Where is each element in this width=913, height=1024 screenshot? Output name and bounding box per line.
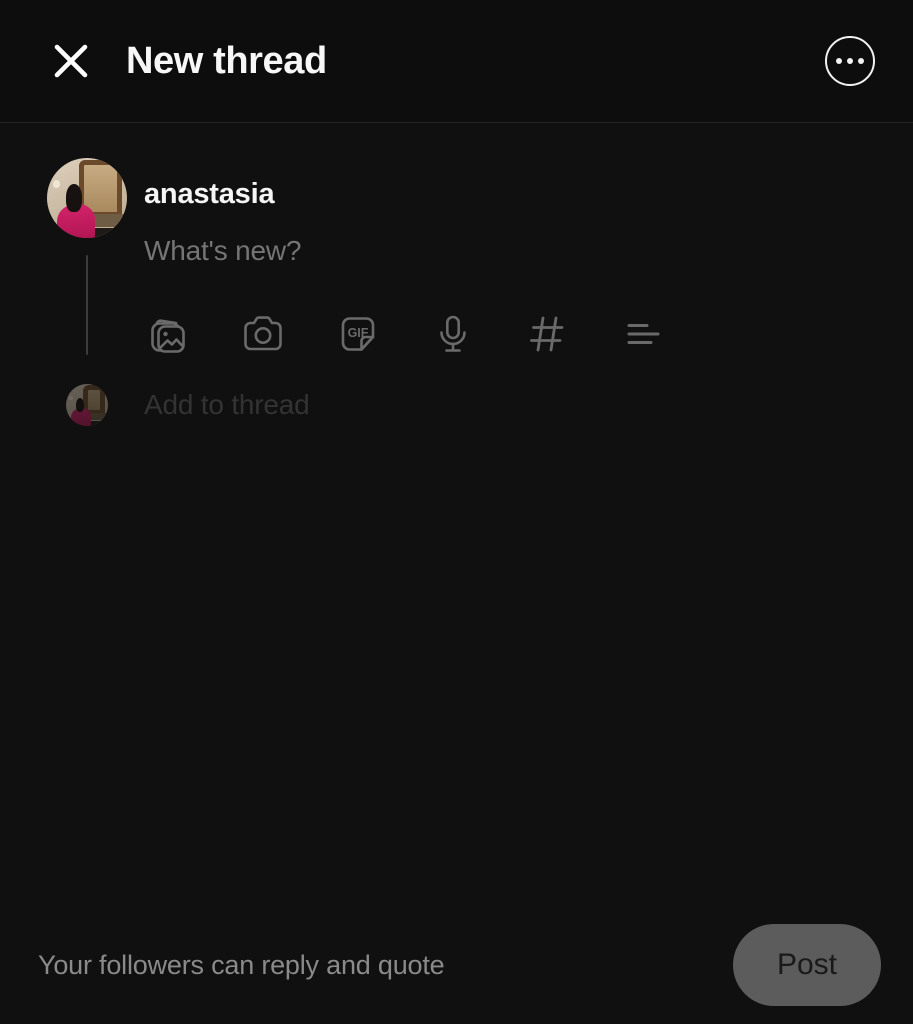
menu-dot: [858, 58, 864, 64]
header-bar: New thread: [0, 0, 913, 123]
bottom-bar: Your followers can reply and quote Post: [0, 906, 913, 1024]
close-icon[interactable]: [43, 33, 99, 89]
avatar-column: [30, 158, 144, 358]
post-text-input[interactable]: What's new?: [144, 209, 913, 265]
gif-label: GIF: [348, 326, 369, 340]
menu-dot: [847, 58, 853, 64]
gif-icon[interactable]: GIF: [334, 310, 382, 358]
post-row: anastasia What's new? GIF: [0, 158, 913, 358]
page-title: New thread: [126, 40, 327, 82]
menu-dot: [836, 58, 842, 64]
post-content-column: anastasia What's new? GIF: [144, 158, 913, 358]
add-to-thread-avatar-column: [30, 384, 144, 426]
camera-icon[interactable]: [239, 310, 287, 358]
username[interactable]: anastasia: [144, 158, 913, 209]
hashtag-icon[interactable]: [524, 310, 572, 358]
add-to-thread-label[interactable]: Add to thread: [144, 391, 310, 419]
audience-selector[interactable]: Your followers can reply and quote: [38, 950, 445, 981]
avatar[interactable]: [47, 158, 127, 238]
poll-icon[interactable]: [619, 310, 667, 358]
avatar: [66, 384, 108, 426]
post-button[interactable]: Post: [733, 924, 881, 1006]
new-thread-screen: New thread anastasia What's new? GIF Add…: [0, 0, 913, 1024]
avatar-image: [66, 384, 108, 426]
thread-connector-line: [85, 255, 89, 355]
composer-area: anastasia What's new? GIF Add to thread: [0, 123, 913, 906]
add-to-thread-row[interactable]: Add to thread: [0, 384, 913, 426]
more-options-icon[interactable]: [825, 36, 875, 86]
avatar-image: [47, 158, 127, 238]
microphone-icon[interactable]: [429, 310, 477, 358]
attachment-toolbar: GIF: [144, 265, 913, 358]
gallery-icon[interactable]: [144, 310, 192, 358]
